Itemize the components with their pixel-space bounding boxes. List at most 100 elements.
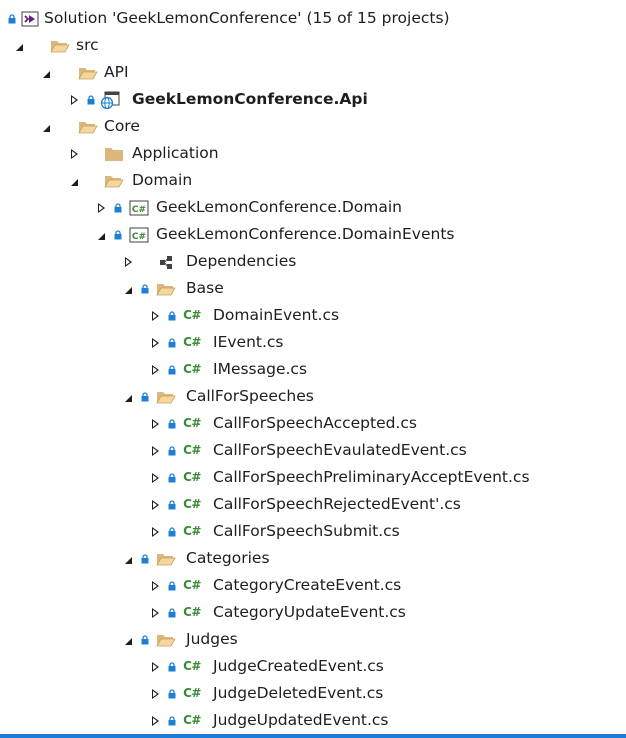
solution-explorer-tree: Solution 'GeekLemonConference' (15 of 15…	[0, 0, 626, 734]
file-label: CategoryCreateEvent.cs	[213, 576, 402, 594]
tree-row-dependencies[interactable]: Dependencies	[0, 248, 626, 275]
open-folder-icon	[156, 275, 176, 302]
expanded-arrow-icon[interactable]	[13, 32, 25, 59]
tree-row-domain[interactable]: Domain	[0, 167, 626, 194]
file-label: JudgeUpdatedEvent.cs	[213, 711, 389, 729]
lock-icon	[167, 653, 177, 680]
project-label: GeekLemonConference.Domain	[156, 198, 403, 216]
folder-label: API	[104, 63, 129, 81]
web-project-icon	[100, 86, 120, 113]
tree-row-categories[interactable]: Categories	[0, 545, 626, 572]
folder-label: Application	[132, 144, 219, 162]
lock-icon	[167, 356, 177, 383]
folder-label: Domain	[132, 171, 193, 189]
file-label: IMessage.cs	[213, 360, 308, 378]
csharp-project-icon: C#	[129, 194, 149, 221]
csharp-file-icon: C#	[183, 524, 201, 538]
lock-icon	[86, 86, 96, 113]
tree-row-core[interactable]: Core	[0, 113, 626, 140]
collapsed-arrow-icon[interactable]	[149, 356, 161, 383]
file-label: CategoryUpdateEvent.cs	[213, 603, 406, 621]
csharp-file-icon: C#	[183, 470, 201, 484]
tree-row-file[interactable]: C# CategoryUpdateEvent.cs	[0, 599, 626, 626]
tree-row-file[interactable]: C# JudgeDeletedEvent.cs	[0, 680, 626, 707]
status-bar	[0, 734, 626, 738]
lock-icon	[167, 302, 177, 329]
tree-row-solution[interactable]: Solution 'GeekLemonConference' (15 of 15…	[0, 5, 626, 32]
tree-row-file[interactable]: C# CallForSpeechRejectedEvent'.cs	[0, 491, 626, 518]
collapsed-arrow-icon[interactable]	[149, 410, 161, 437]
expanded-arrow-icon[interactable]	[40, 113, 52, 140]
tree-row-api[interactable]: API	[0, 59, 626, 86]
collapsed-arrow-icon[interactable]	[149, 302, 161, 329]
lock-icon	[140, 275, 150, 302]
tree-row-file[interactable]: C# CategoryCreateEvent.cs	[0, 572, 626, 599]
csharp-file-icon: C#	[183, 605, 201, 619]
folder-label: src	[76, 36, 99, 54]
open-folder-icon	[104, 167, 124, 194]
expanded-arrow-icon[interactable]	[122, 275, 134, 302]
collapsed-arrow-icon[interactable]	[149, 437, 161, 464]
project-label: GeekLemonConference.Api	[132, 90, 368, 108]
csharp-project-icon: C#	[129, 221, 149, 248]
tree-row-base[interactable]: Base	[0, 275, 626, 302]
collapsed-arrow-icon[interactable]	[149, 680, 161, 707]
lock-icon	[140, 383, 150, 410]
tree-row-file[interactable]: C# IMessage.cs	[0, 356, 626, 383]
collapsed-arrow-icon[interactable]	[122, 248, 134, 275]
tree-row-file[interactable]: C# CallForSpeechSubmit.cs	[0, 518, 626, 545]
file-label: CallForSpeechEvaulatedEvent.cs	[213, 441, 467, 459]
folder-label: Core	[104, 117, 140, 135]
lock-icon	[167, 599, 177, 626]
open-folder-icon	[78, 113, 98, 140]
expanded-arrow-icon[interactable]	[122, 626, 134, 653]
file-label: CallForSpeechAccepted.cs	[213, 414, 417, 432]
tree-row-application[interactable]: Application	[0, 140, 626, 167]
folder-label: Judges	[186, 630, 238, 648]
collapsed-arrow-icon[interactable]	[68, 86, 80, 113]
csharp-file-icon: C#	[183, 578, 201, 592]
file-label: CallForSpeechPreliminaryAcceptEvent.cs	[213, 468, 530, 486]
csharp-file-icon: C#	[183, 362, 201, 376]
open-folder-icon	[50, 32, 70, 59]
tree-row-domain-project[interactable]: C# GeekLemonConference.Domain	[0, 194, 626, 221]
tree-row-api-project[interactable]: GeekLemonConference.Api	[0, 86, 626, 113]
collapsed-arrow-icon[interactable]	[149, 464, 161, 491]
csharp-file-icon: C#	[183, 308, 201, 322]
csharp-file-icon: C#	[183, 659, 201, 673]
svg-text:C#: C#	[132, 205, 146, 215]
folder-label: Base	[186, 279, 224, 297]
tree-row-file[interactable]: C# JudgeCreatedEvent.cs	[0, 653, 626, 680]
lock-icon	[7, 5, 17, 32]
expanded-arrow-icon[interactable]	[122, 545, 134, 572]
collapsed-arrow-icon[interactable]	[149, 707, 161, 734]
collapsed-arrow-icon[interactable]	[149, 572, 161, 599]
tree-row-domain-events-project[interactable]: C# GeekLemonConference.DomainEvents	[0, 221, 626, 248]
lock-icon	[167, 410, 177, 437]
csharp-file-icon: C#	[183, 713, 201, 727]
expanded-arrow-icon[interactable]	[40, 59, 52, 86]
collapsed-arrow-icon[interactable]	[149, 599, 161, 626]
expanded-arrow-icon[interactable]	[122, 383, 134, 410]
collapsed-arrow-icon[interactable]	[149, 518, 161, 545]
collapsed-arrow-icon[interactable]	[149, 653, 161, 680]
file-label: IEvent.cs	[213, 333, 284, 351]
collapsed-arrow-icon[interactable]	[95, 194, 107, 221]
tree-row-file[interactable]: C# IEvent.cs	[0, 329, 626, 356]
tree-row-file[interactable]: C# CallForSpeechEvaulatedEvent.cs	[0, 437, 626, 464]
collapsed-arrow-icon[interactable]	[149, 329, 161, 356]
expanded-arrow-icon[interactable]	[68, 167, 80, 194]
tree-row-file[interactable]: C# CallForSpeechAccepted.cs	[0, 410, 626, 437]
tree-row-file[interactable]: C# DomainEvent.cs	[0, 302, 626, 329]
tree-row-file[interactable]: C# CallForSpeechPreliminaryAcceptEvent.c…	[0, 464, 626, 491]
tree-row-file[interactable]: C# JudgeUpdatedEvent.cs	[0, 707, 626, 734]
file-label: CallForSpeechRejectedEvent'.cs	[213, 495, 461, 513]
tree-row-src[interactable]: src	[0, 32, 626, 59]
lock-icon	[140, 545, 150, 572]
collapsed-arrow-icon[interactable]	[149, 491, 161, 518]
collapsed-arrow-icon[interactable]	[68, 140, 80, 167]
tree-row-judges[interactable]: Judges	[0, 626, 626, 653]
file-label: CallForSpeechSubmit.cs	[213, 522, 400, 540]
expanded-arrow-icon[interactable]	[95, 221, 107, 248]
tree-row-call-for-speeches[interactable]: CallForSpeeches	[0, 383, 626, 410]
